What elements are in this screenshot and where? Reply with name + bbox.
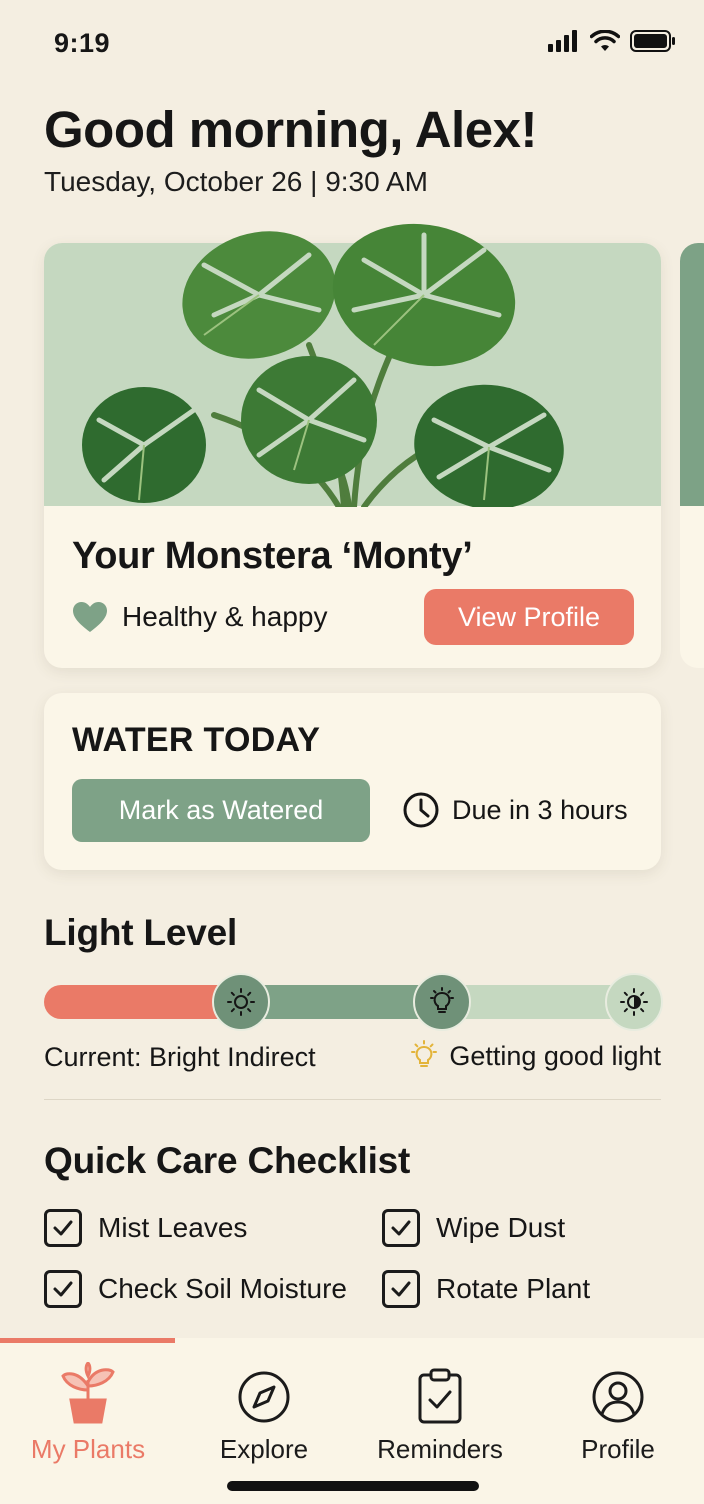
clipboard-check-icon: [418, 1368, 462, 1424]
section-divider: [44, 1099, 661, 1100]
bottom-nav: My Plants Explore Reminders Profile: [0, 1338, 704, 1504]
plant-icon: [61, 1362, 115, 1424]
checkbox-checked[interactable]: [382, 1209, 420, 1247]
nav-label: Reminders: [377, 1434, 503, 1464]
checklist-item[interactable]: Rotate Plant: [382, 1270, 590, 1308]
lightbulb-icon: [411, 1040, 438, 1067]
light-segment-bright-indirect: [242, 985, 442, 1019]
light-status: Getting good light: [409, 1040, 661, 1072]
mark-as-watered-button[interactable]: Mark as Watered: [72, 779, 370, 842]
lightbulb-icon: [430, 987, 454, 1013]
light-marker-current[interactable]: [413, 973, 471, 1031]
nav-label: Explore: [219, 1434, 309, 1464]
date-time-label: Tuesday, October 26 | 9:30 AM: [44, 166, 428, 197]
water-due-label: Due in 3 hours: [452, 794, 628, 825]
nav-item-reminders[interactable]: Reminders: [352, 1356, 528, 1466]
status-icons: [548, 30, 676, 52]
nav-item-explore[interactable]: Explore: [176, 1356, 352, 1466]
sun-icon: [227, 988, 255, 1016]
compass-icon: [238, 1371, 290, 1423]
nav-item-my-plants[interactable]: My Plants: [0, 1356, 176, 1466]
nav-label: My Plants: [30, 1434, 146, 1464]
light-level-title: Light Level: [44, 912, 238, 953]
nav-item-profile[interactable]: Profile: [530, 1356, 704, 1466]
plant-card[interactable]: Your Monstera ‘Monty’ Healthy & happy Vi…: [44, 243, 661, 668]
checklist-item-label: Mist Leaves: [98, 1212, 248, 1243]
checkbox-checked[interactable]: [44, 1209, 82, 1247]
current-light-label: Current: Bright Indirect: [44, 1042, 316, 1072]
view-profile-button[interactable]: View Profile: [424, 589, 634, 645]
greeting-title: Good morning, Alex!: [44, 101, 537, 158]
checklist-item[interactable]: Check Soil Moisture: [44, 1270, 347, 1308]
health-status: Healthy & happy: [72, 601, 327, 633]
water-today-title: WATER TODAY: [72, 721, 321, 759]
battery-icon: [630, 30, 675, 52]
nav-label: Profile: [581, 1434, 655, 1464]
status-bar: 9:19: [0, 0, 704, 88]
clock-icon: [403, 792, 439, 828]
plant-name: Your Monstera ‘Monty’: [72, 535, 473, 577]
light-status-label: Getting good light: [449, 1040, 661, 1071]
checklist-title: Quick Care Checklist: [44, 1140, 411, 1181]
contrast-sun-icon: [620, 988, 648, 1016]
checkmark-icon: [391, 1281, 411, 1297]
checklist-item-label: Rotate Plant: [436, 1273, 591, 1304]
checkmark-icon: [53, 1220, 73, 1236]
checkmark-icon: [391, 1220, 411, 1236]
heart-icon: [73, 602, 107, 632]
health-label: Healthy & happy: [122, 601, 328, 632]
water-today-card: WATER TODAY Mark as Watered Due in 3 hou…: [44, 693, 661, 870]
checkbox-checked[interactable]: [382, 1270, 420, 1308]
next-plant-card-peek[interactable]: [680, 243, 704, 668]
next-plant-image: [680, 243, 704, 506]
home-indicator[interactable]: [227, 1481, 479, 1491]
user-icon: [592, 1371, 644, 1423]
status-time: 9:19: [54, 28, 111, 58]
checklist-item-label: Check Soil Moisture: [98, 1273, 347, 1304]
light-marker-low[interactable]: [212, 973, 270, 1031]
light-marker-high[interactable]: [605, 973, 663, 1031]
light-level-bar: [44, 985, 661, 1019]
checklist-item[interactable]: Wipe Dust: [382, 1209, 565, 1247]
checklist-item-label: Wipe Dust: [436, 1212, 566, 1243]
checkmark-icon: [53, 1281, 73, 1297]
plant-image: [44, 243, 661, 506]
water-due-status: Due in 3 hours: [402, 791, 628, 829]
checkbox-checked[interactable]: [44, 1270, 82, 1308]
wifi-icon: [590, 30, 620, 51]
checklist-item[interactable]: Mist Leaves: [44, 1209, 247, 1247]
active-tab-indicator: [0, 1338, 175, 1343]
signal-icon: [548, 30, 577, 52]
